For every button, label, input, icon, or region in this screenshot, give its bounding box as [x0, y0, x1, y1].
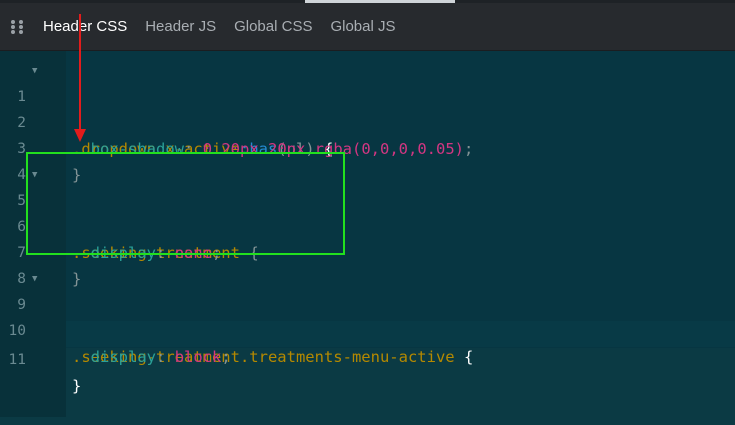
- code-line-2[interactable]: 2 box-shadow: 0 20px 20px rgba(0,0,0,0.0…: [0, 84, 735, 158]
- annotation-arrow-head: [74, 129, 86, 142]
- tab-header-js[interactable]: Header JS: [145, 18, 216, 35]
- code-line-9[interactable]: 9 ▼ .seeking-treatment.treatments-menu-a…: [0, 266, 735, 366]
- drag-handle-icon[interactable]: [11, 19, 25, 34]
- colon: :: [156, 348, 166, 366]
- tab-global-css[interactable]: Global CSS: [234, 18, 312, 35]
- fold-arrow-icon[interactable]: ▼: [32, 266, 42, 292]
- annotation-highlight-box: [26, 152, 345, 255]
- tab-header-css[interactable]: Header CSS: [43, 18, 127, 35]
- tab-global-js[interactable]: Global JS: [330, 18, 395, 35]
- code-line-3[interactable]: 3 }: [0, 110, 735, 184]
- line-number: 11: [8, 352, 26, 368]
- code-editor[interactable]: 1 ▼ .dropdown.x-active:has(ul) { 2 box-s…: [0, 51, 735, 417]
- code-line-1[interactable]: 1 ▼ .dropdown.x-active:has(ul) {: [0, 58, 735, 158]
- tab-bar: Header CSS Header JS Global CSS Global J…: [0, 3, 735, 51]
- code-line-10[interactable]: 10 display: block;: [0, 292, 735, 366]
- open-brace: {: [463, 348, 474, 366]
- css-value: block: [174, 348, 222, 366]
- close-brace: }: [72, 377, 82, 395]
- annotation-arrow: [79, 14, 81, 130]
- code-line-11[interactable]: 11 }: [0, 321, 735, 395]
- css-property: display: [90, 348, 156, 366]
- semicolon: ;: [221, 348, 231, 366]
- fold-arrow-icon[interactable]: ▼: [32, 58, 42, 84]
